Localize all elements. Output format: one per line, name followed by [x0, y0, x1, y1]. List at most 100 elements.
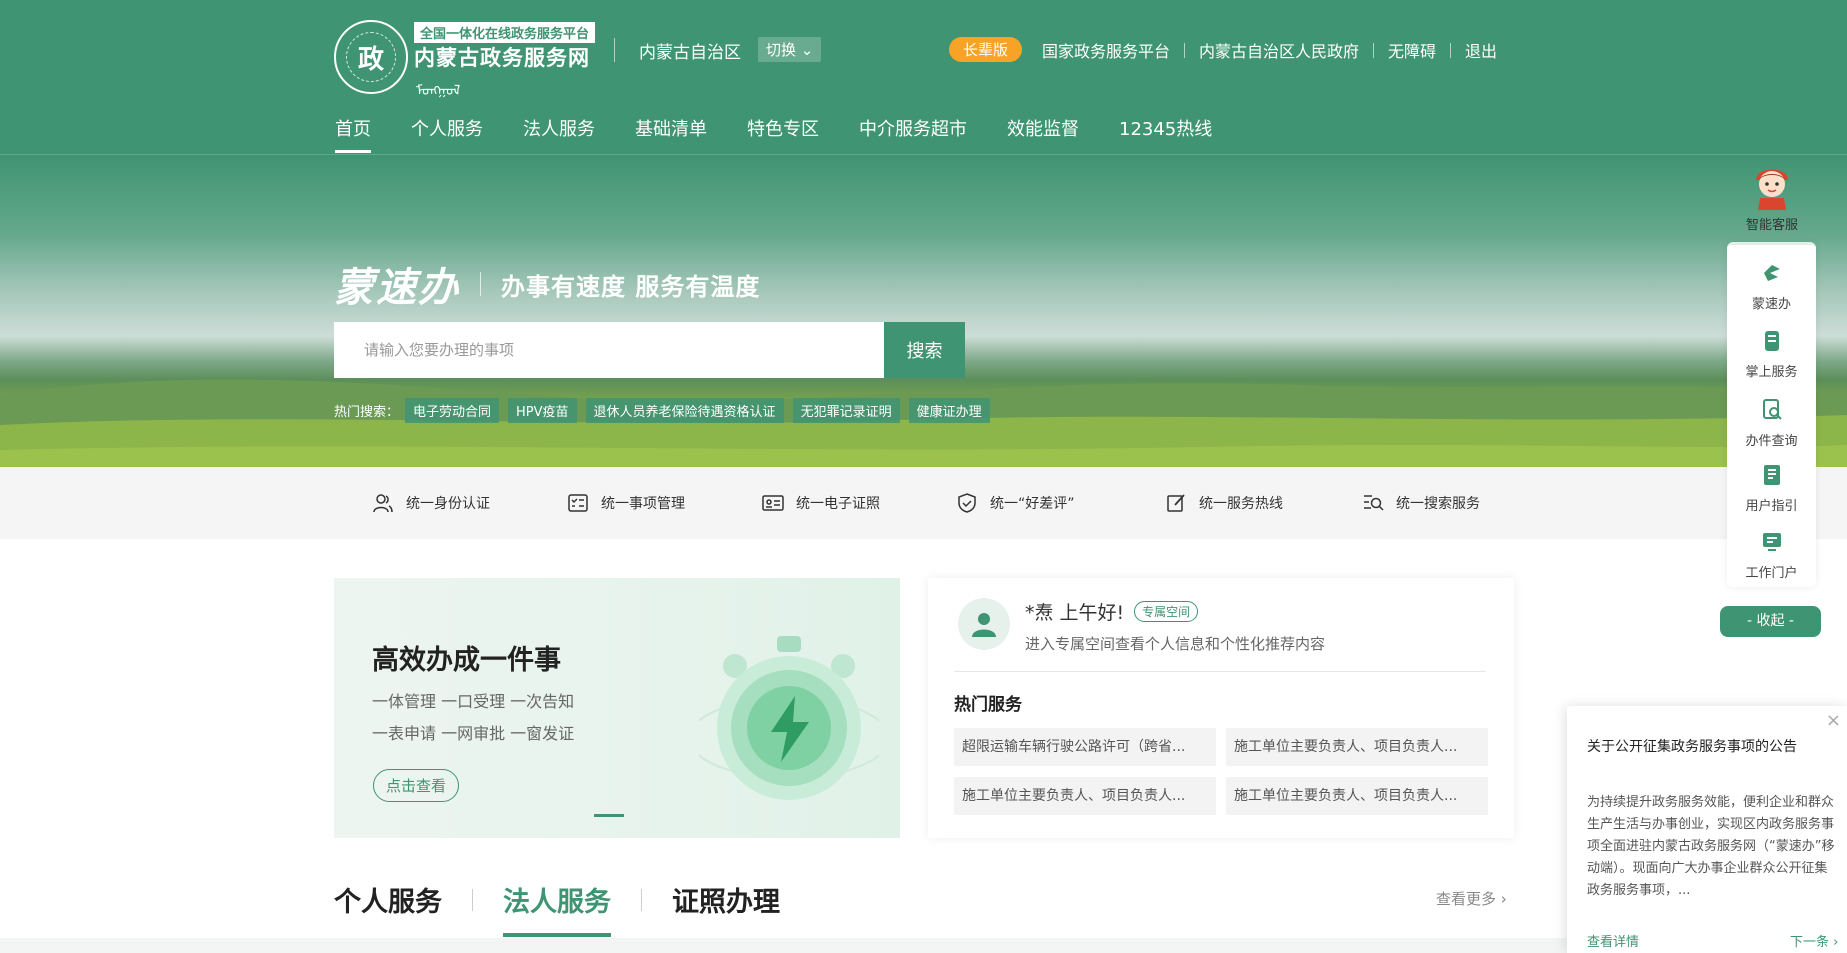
link-accessibility[interactable]: 无障碍: [1388, 38, 1436, 62]
chevron-down-icon: ⌄: [800, 41, 814, 59]
top-header: 政 全国一体化在线政务服务平台 内蒙古政务服务网 ᠮᠣᠩᠭᠣᠯ 内蒙古自治区 切…: [0, 0, 1847, 155]
divider: [1373, 42, 1375, 58]
hot-service-item[interactable]: 施工单位主要负责人、项目负责人...: [1226, 777, 1488, 815]
close-icon[interactable]: ×: [1826, 710, 1841, 731]
assistant-avatar-icon: [1756, 169, 1788, 210]
hot-search-chip[interactable]: 无犯罪记录证明: [792, 398, 900, 423]
mongolian-script-icon: ᠮᠣᠩᠭᠣᠯ: [416, 83, 461, 99]
search-button[interactable]: 搜索: [884, 322, 965, 378]
hot-search-chip[interactable]: 退休人员养老保险待遇资格认证: [585, 398, 784, 423]
side-item-mobile[interactable]: 掌上服务: [1727, 329, 1816, 380]
search-input[interactable]: [334, 322, 884, 378]
promo-line: 一表申请 一网审批 一窗发证: [372, 724, 575, 743]
main-nav: 首页 个人服务 法人服务 基础清单 特色专区 中介服务超市 效能监督 12345…: [335, 115, 1252, 153]
hot-services-title: 热门服务: [954, 695, 1022, 715]
nav-home[interactable]: 首页: [335, 115, 371, 153]
nav-legal[interactable]: 法人服务: [523, 115, 595, 141]
assistant-label: 智能客服: [1745, 218, 1798, 233]
users-icon: [373, 494, 393, 513]
tab-license[interactable]: 证照办理: [672, 880, 780, 919]
side-item-guide[interactable]: 用户指引: [1727, 463, 1816, 514]
slogan-text: 办事有速度 服务有温度: [501, 271, 761, 301]
divider: [1184, 42, 1186, 58]
hot-search-label: 热门搜索：: [334, 405, 400, 420]
link-logout[interactable]: 退出: [1465, 38, 1497, 62]
mobile-icon: [1764, 331, 1779, 351]
elder-version-button[interactable]: 长辈版: [949, 37, 1023, 62]
logo-tag: 全国一体化在线政务服务平台: [414, 22, 596, 43]
promo-title: 高效办成一件事: [372, 645, 561, 676]
divider: [954, 671, 1486, 672]
user-desc: 进入专属空间查看个人信息和个性化推荐内容: [1025, 635, 1326, 653]
unified-hotline[interactable]: 统一服务热线: [1165, 492, 1283, 514]
hot-service-item[interactable]: 施工单位主要负责人、项目负责人...: [1226, 728, 1488, 766]
user-icon: [972, 613, 996, 637]
nav-basic-list[interactable]: 基础清单: [635, 115, 707, 141]
unified-e-license[interactable]: 统一电子证照: [762, 492, 880, 514]
unified-review[interactable]: 统一“好差评”: [956, 492, 1075, 514]
personal-space-badge[interactable]: 专属空间: [1134, 601, 1199, 622]
emblem-icon: 政: [334, 20, 408, 94]
stopwatch-icon: [699, 636, 879, 800]
promo-view-button[interactable]: 点击查看: [373, 769, 460, 802]
search-bar: 搜索: [334, 322, 965, 378]
hot-service-item[interactable]: 施工单位主要负责人、项目负责人...: [954, 777, 1216, 815]
id-card-icon: [762, 495, 784, 511]
hot-search-chip[interactable]: HPV疫苗: [508, 398, 577, 423]
notice-next-link[interactable]: 下一条 ›: [1790, 931, 1838, 950]
monitor-icon: [1762, 533, 1781, 551]
brand-calligraphy: 蒙速办: [334, 264, 460, 311]
top-links: 国家政务服务平台 内蒙古自治区人民政府 无障碍 退出: [1042, 38, 1497, 62]
checklist-icon: [568, 494, 588, 512]
notice-detail-link[interactable]: 查看详情: [1587, 931, 1639, 950]
divider: [614, 38, 615, 62]
hot-search-chip[interactable]: 健康证办理: [908, 398, 990, 423]
side-item-query[interactable]: 办件查询: [1727, 398, 1816, 449]
edit-icon: [1167, 494, 1185, 512]
nav-featured[interactable]: 特色专区: [747, 115, 819, 141]
divider: [1450, 42, 1452, 58]
nav-agency-market[interactable]: 中介服务超市: [859, 115, 967, 141]
greeting: *焘 上午好! 专属空间: [1025, 598, 1199, 625]
promo-card[interactable]: 高效办成一件事 一体管理 一口受理 一次告知 一表申请 一网审批 一窗发证 点击…: [334, 578, 900, 838]
tab-legal[interactable]: 法人服务: [503, 880, 611, 937]
chevron-right-icon: ›: [1833, 935, 1839, 950]
shield-icon: [958, 493, 976, 513]
unified-matters[interactable]: 统一事项管理: [567, 492, 685, 514]
app-logo-icon: [1763, 265, 1780, 281]
search-list-icon: [1364, 495, 1384, 511]
link-national-platform[interactable]: 国家政务服务平台: [1042, 38, 1170, 62]
tab-personal[interactable]: 个人服务: [334, 880, 442, 919]
hot-search-chip[interactable]: 电子劳动合同: [405, 398, 500, 423]
collapse-button[interactable]: - 收起 -: [1720, 606, 1821, 637]
side-item-mengsuban[interactable]: 蒙速办: [1727, 261, 1816, 312]
document-search-icon: [1762, 399, 1782, 420]
divider: [480, 272, 481, 296]
promo-line: 一体管理 一口受理 一次告知: [372, 692, 575, 711]
smart-assistant[interactable]: 智能客服: [1744, 160, 1800, 233]
unified-identity[interactable]: 统一身份认证: [372, 492, 490, 514]
hot-service-item[interactable]: 超限运输车辆行驶公路许可（跨省...: [954, 728, 1216, 766]
link-regional-government[interactable]: 内蒙古自治区人民政府: [1199, 38, 1359, 62]
nav-personal[interactable]: 个人服务: [411, 115, 483, 141]
hot-searches: 热门搜索： 电子劳动合同 HPV疫苗 退休人员养老保险待遇资格认证 无犯罪记录证…: [334, 398, 999, 423]
see-more-link[interactable]: 查看更多 ›: [1436, 888, 1507, 909]
side-item-portal[interactable]: 工作门户: [1727, 530, 1816, 581]
nav-supervision[interactable]: 效能监督: [1007, 115, 1079, 141]
region-switch-button[interactable]: 切换 ⌄: [758, 37, 822, 62]
guide-icon: [1763, 465, 1780, 485]
unified-search[interactable]: 统一搜索服务: [1362, 492, 1480, 514]
logo-name: 内蒙古政务服务网: [414, 46, 590, 70]
divider: [641, 888, 642, 911]
chevron-right-icon: ›: [1500, 890, 1507, 908]
notice-title[interactable]: 关于公开征集政务服务事项的公告: [1587, 736, 1797, 756]
notice-body: 为持续提升政务服务效能，便利企业和群众生产生活与办事创业，实现区内政务服务事项全…: [1587, 795, 1835, 898]
side-toolbar: 蒙速办 掌上服务 办件查询 用户指引 工作门户: [1727, 242, 1816, 587]
slogan: 蒙速办 办事有速度 服务有温度: [334, 255, 760, 313]
site-logo[interactable]: 政 全国一体化在线政务服务平台 内蒙古政务服务网 ᠮᠣᠩᠭᠣᠯ: [334, 20, 596, 100]
unified-services-strip: 统一身份认证 统一事项管理 统一电子证照 统一“好差评” 统一服务热线 统一搜索…: [0, 467, 1847, 539]
service-tabs: 个人服务 法人服务 证照办理: [334, 880, 780, 937]
nav-hotline[interactable]: 12345热线: [1119, 115, 1212, 141]
carousel-indicator[interactable]: [594, 814, 624, 817]
avatar[interactable]: [958, 598, 1010, 650]
